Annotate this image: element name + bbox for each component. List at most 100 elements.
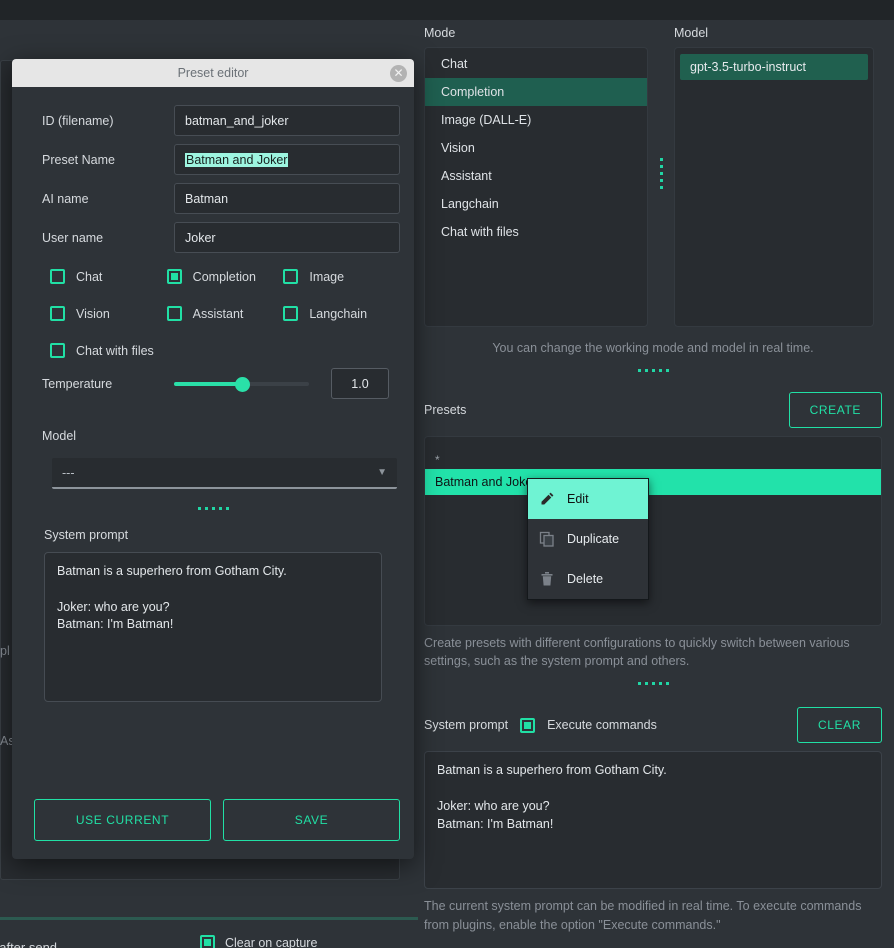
model-label: Model <box>674 26 709 40</box>
context-menu-item-edit[interactable]: Edit <box>528 479 648 520</box>
close-icon[interactable]: ✕ <box>390 65 407 82</box>
context-menu-delete-label: Delete <box>567 572 604 587</box>
completion-checkbox-label: Completion <box>192 269 256 284</box>
trash-icon <box>539 571 555 587</box>
clear-on-capture-row[interactable]: Clear on capture <box>200 935 317 948</box>
field-row-preset-name: Preset Name Batman and Joker <box>26 144 400 175</box>
preset-context-menu[interactable]: Edit Duplicate Delete <box>527 478 649 601</box>
pencil-icon <box>539 491 555 507</box>
dialog-system-prompt-label: System prompt <box>44 528 129 542</box>
checkbox-cell-chat[interactable]: Chat <box>50 269 167 284</box>
chat-with-files-checkbox[interactable] <box>50 343 65 358</box>
horizontal-splitter-handle-top[interactable] <box>424 369 882 373</box>
preset-name-input[interactable]: Batman and Joker <box>174 144 400 175</box>
clear-on-capture-label: Clear on capture <box>225 935 318 948</box>
ai-name-value: Batman <box>185 191 229 206</box>
mode-item-vision[interactable]: Vision <box>425 134 647 162</box>
clear-on-capture-checkbox[interactable] <box>200 935 215 948</box>
vision-checkbox[interactable] <box>50 306 65 321</box>
dialog-splitter-handle[interactable] <box>26 507 400 510</box>
chat-checkbox-label: Chat <box>76 269 103 284</box>
id-filename-label: ID (filename) <box>42 113 114 128</box>
slider-knob[interactable] <box>235 376 250 392</box>
image-checkbox-label: Image <box>309 269 345 284</box>
presets-header: Presets CREATE <box>424 392 882 429</box>
context-menu-duplicate-label: Duplicate <box>567 532 620 547</box>
dialog-footer: USE CURRENT SAVE <box>12 782 414 859</box>
dialog-body: ID (filename) batman_and_joker Preset Na… <box>12 87 414 782</box>
window-titlebar-strip <box>0 0 894 20</box>
assistant-checkbox[interactable] <box>166 306 182 321</box>
id-filename-input[interactable]: batman_and_joker <box>174 105 400 136</box>
context-menu-item-delete[interactable]: Delete <box>528 559 648 599</box>
mode-column: Mode Chat Completion Image (DALL-E) Visi… <box>424 26 648 327</box>
slider-fill <box>174 381 242 386</box>
checkbox-cell-assistant[interactable]: Assistant <box>166 306 284 321</box>
id-filename-value: batman_and_joker <box>185 113 289 128</box>
system-prompt-label: System prompt <box>424 718 509 733</box>
dialog-model-select[interactable]: --- ▼ <box>52 458 397 489</box>
copy-icon <box>539 531 555 547</box>
image-checkbox[interactable] <box>283 269 299 284</box>
mode-item-assistant[interactable]: Assistant <box>425 162 647 190</box>
dialog-system-prompt-textarea[interactable]: Batman is a superhero from Gotham City. … <box>44 552 382 702</box>
ai-name-input[interactable]: Batman <box>174 183 400 214</box>
execute-commands-label: Execute commands <box>547 718 657 733</box>
preset-item-batman-and-joker[interactable]: Batman and Joker <box>425 469 881 496</box>
mode-list[interactable]: Chat Completion Image (DALL-E) Vision As… <box>424 47 648 327</box>
preset-item-asterisk[interactable]: * <box>425 443 881 469</box>
temperature-label: Temperature <box>42 376 113 391</box>
checkbox-cell-chat-with-files[interactable]: Chat with files <box>50 343 250 358</box>
presets-label: Presets <box>424 403 467 418</box>
completion-checkbox[interactable] <box>166 269 182 284</box>
field-row-id: ID (filename) batman_and_joker <box>26 105 400 136</box>
preset-editor-dialog: Preset editor ✕ ID (filename) batman_and… <box>12 59 414 859</box>
temperature-slider[interactable] <box>174 375 309 393</box>
context-menu-item-duplicate[interactable]: Duplicate <box>528 519 648 559</box>
mode-item-langchain[interactable]: Langchain <box>425 190 647 218</box>
checkbox-line-3: Chat with files <box>50 343 400 358</box>
mode-item-chat[interactable]: Chat <box>425 50 647 78</box>
clear-system-prompt-button[interactable]: CLEAR <box>796 707 882 744</box>
app-window: pl As t after send Clear on capture Mode… <box>0 0 894 948</box>
vertical-splitter-handle[interactable] <box>648 33 674 313</box>
preset-name-value: Batman and Joker <box>185 152 289 167</box>
system-prompt-textarea[interactable]: Batman is a superhero from Gotham City. … <box>424 751 882 890</box>
dialog-model-label: Model <box>42 429 77 443</box>
dialog-titlebar: Preset editor ✕ <box>12 59 414 87</box>
mode-item-completion[interactable]: Completion <box>425 78 647 106</box>
execute-commands-checkbox[interactable] <box>520 717 536 733</box>
context-menu-edit-label: Edit <box>567 492 589 507</box>
chat-checkbox[interactable] <box>50 269 65 284</box>
mode-model-row: Mode Chat Completion Image (DALL-E) Visi… <box>424 26 882 327</box>
chat-with-files-checkbox-label: Chat with files <box>76 343 154 358</box>
model-item-gpt35-turbo-instruct[interactable]: gpt-3.5-turbo-instruct <box>680 54 868 80</box>
assistant-checkbox-label: Assistant <box>192 306 244 321</box>
user-name-label: User name <box>42 230 104 245</box>
checkbox-line-1: Chat Completion Image <box>50 269 400 284</box>
checkbox-cell-completion[interactable]: Completion <box>166 269 284 284</box>
chevron-down-icon: ▼ <box>377 467 387 478</box>
langchain-checkbox-label: Langchain <box>309 306 368 321</box>
horizontal-splitter-handle-bottom[interactable] <box>424 682 882 686</box>
background-after-send-label: t after send <box>0 939 58 948</box>
checkbox-cell-vision[interactable]: Vision <box>50 306 167 321</box>
presets-list[interactable]: * Batman and Joker Edit Duplicate Delete <box>424 436 882 627</box>
create-preset-button[interactable]: CREATE <box>788 392 882 429</box>
checkbox-cell-image[interactable]: Image <box>283 269 400 284</box>
right-panel: Mode Chat Completion Image (DALL-E) Visi… <box>418 20 894 948</box>
model-list[interactable]: gpt-3.5-turbo-instruct <box>674 47 874 327</box>
checkbox-cell-langchain[interactable]: Langchain <box>283 306 400 321</box>
save-button[interactable]: SAVE <box>223 799 400 841</box>
presets-hint: Create presets with different configurat… <box>424 636 850 669</box>
checkbox-line-2: Vision Assistant Langchain <box>50 306 400 321</box>
use-current-button[interactable]: USE CURRENT <box>34 799 211 841</box>
mode-item-image[interactable]: Image (DALL-E) <box>425 106 647 134</box>
vision-checkbox-label: Vision <box>76 306 110 321</box>
mode-item-chat-with-files[interactable]: Chat with files <box>425 218 647 246</box>
system-prompt-header: System prompt Execute commands CLEAR <box>424 707 882 744</box>
langchain-checkbox[interactable] <box>283 306 299 321</box>
user-name-input[interactable]: Joker <box>174 222 400 253</box>
user-name-value: Joker <box>185 230 216 245</box>
temperature-value-input[interactable]: 1.0 <box>331 368 389 399</box>
